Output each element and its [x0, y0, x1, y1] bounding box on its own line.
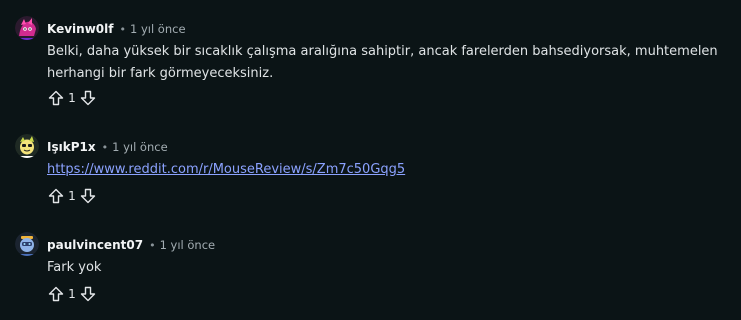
vote-actions: 1 — [47, 186, 97, 206]
comment-body: https://www.reddit.com/r/MouseReview/s/Z… — [47, 159, 727, 181]
username[interactable]: IşıkP1x — [47, 140, 96, 154]
vote-actions: 1 — [47, 88, 97, 108]
downvote-button[interactable] — [79, 89, 97, 107]
comment-link[interactable]: https://www.reddit.com/r/MouseReview/s/Z… — [47, 162, 405, 177]
comment-meta: IşıkP1x • 1 yıl önce — [47, 139, 168, 155]
comment-meta: paulvincent07 • 1 yıl önce — [47, 237, 215, 253]
comment-meta: Kevinw0lf • 1 yıl önce — [47, 21, 186, 37]
downvote-button[interactable] — [79, 187, 97, 205]
upvote-button[interactable] — [47, 187, 65, 205]
yellow-character-avatar-icon — [15, 134, 39, 158]
separator-dot: • — [101, 141, 109, 154]
downvote-button[interactable] — [79, 285, 97, 303]
arrow-up-icon — [48, 286, 64, 302]
arrow-down-icon — [80, 188, 96, 204]
avatar[interactable] — [15, 134, 39, 158]
arrow-up-icon — [48, 90, 64, 106]
vote-count: 1 — [68, 287, 76, 301]
separator-dot: • — [149, 239, 156, 252]
comment-body: Belki, daha yüksek bir sıcaklık çalışma … — [47, 44, 718, 81]
vote-count: 1 — [68, 91, 76, 105]
upvote-button[interactable] — [47, 285, 65, 303]
comment-body: Fark yok — [47, 260, 102, 275]
vote-actions: 1 — [47, 284, 97, 304]
timestamp[interactable]: 1 yıl önce — [130, 22, 186, 36]
pink-character-avatar-icon — [15, 16, 39, 40]
arrow-down-icon — [80, 90, 96, 106]
timestamp[interactable]: 1 yıl önce — [112, 140, 168, 154]
upvote-button[interactable] — [47, 89, 65, 107]
timestamp[interactable]: 1 yıl önce — [160, 238, 216, 252]
username[interactable]: paulvincent07 — [47, 238, 143, 252]
vote-count: 1 — [68, 189, 76, 203]
avatar[interactable] — [15, 232, 39, 256]
blue-character-avatar-icon — [15, 232, 39, 256]
username[interactable]: Kevinw0lf — [47, 22, 113, 36]
separator-dot: • — [119, 23, 126, 36]
arrow-down-icon — [80, 286, 96, 302]
comment-thread: Kevinw0lf • 1 yıl önce Belki, daha yüksek … — [0, 0, 741, 320]
arrow-up-icon — [48, 188, 64, 204]
avatar[interactable] — [15, 16, 39, 40]
